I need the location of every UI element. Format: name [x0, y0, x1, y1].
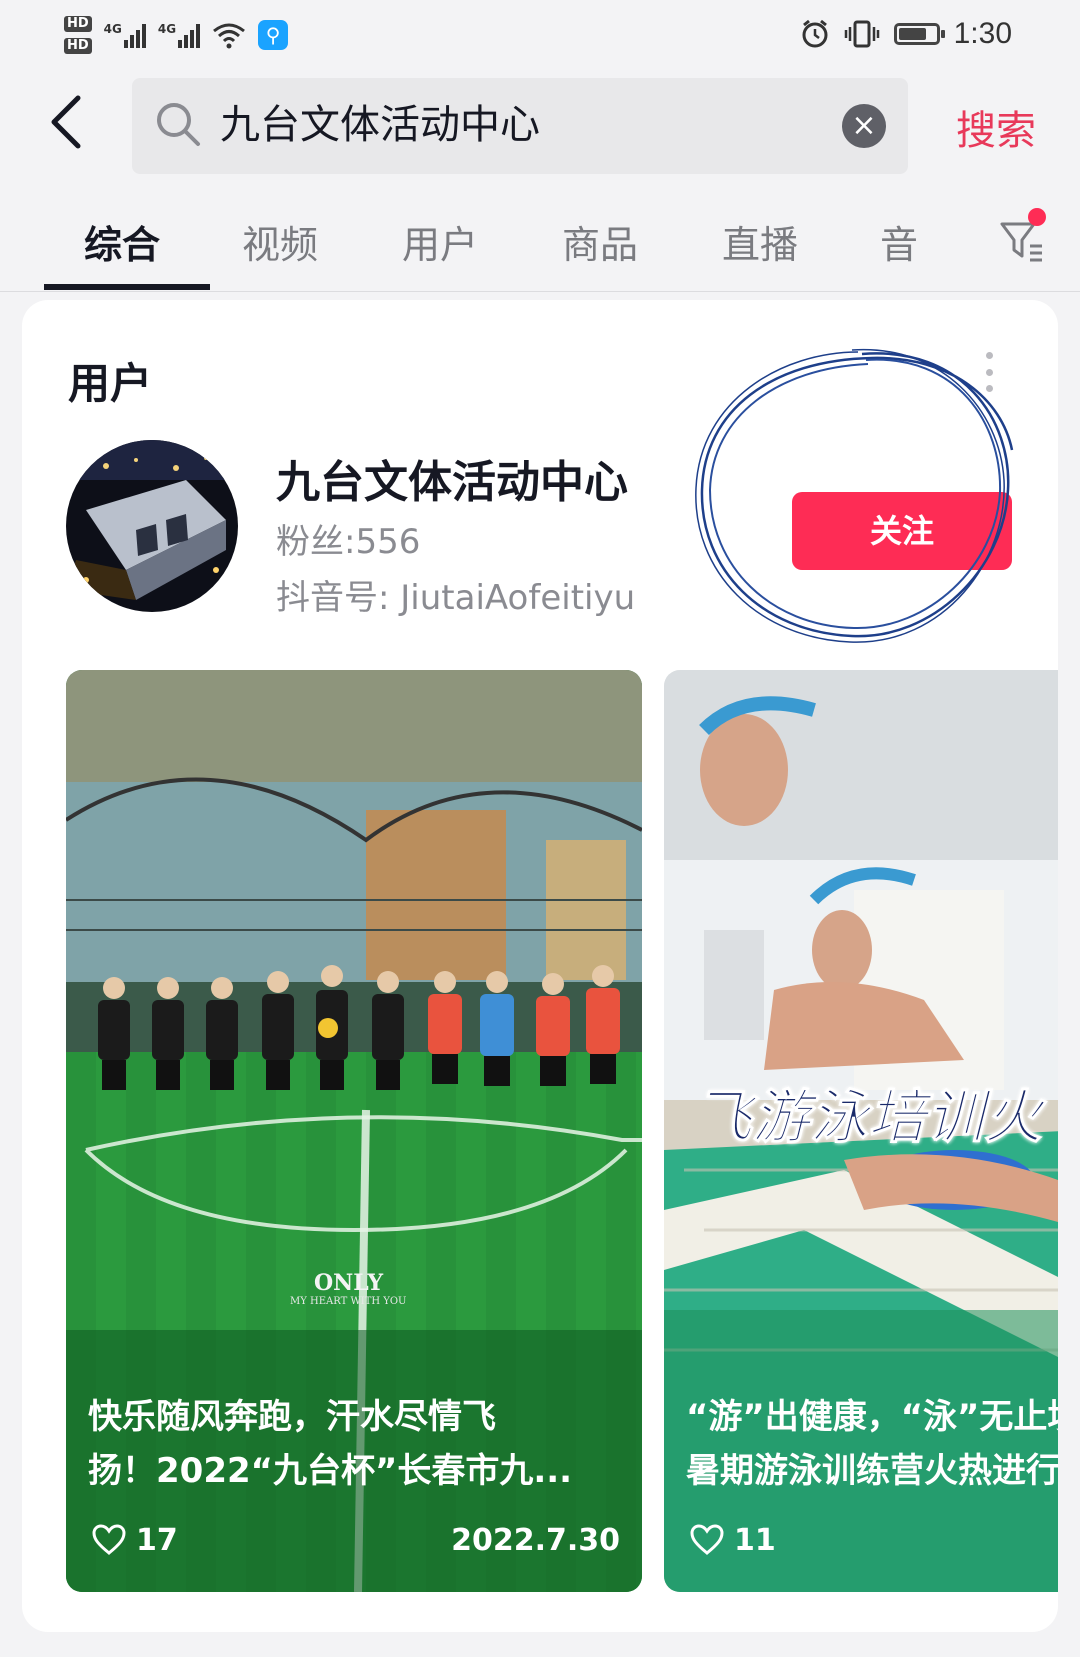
video-caption: “游”出健康，“泳”无止境 暑期游泳训练营火热进行中 [686, 1390, 1058, 1498]
video-caption: 快乐随风奔跑，汗水尽情飞 扬！2022“九台杯”长春市九... [88, 1390, 572, 1498]
douyin-id: 抖音号: JiutaiAofeitiyu [276, 578, 636, 618]
follower-count: 粉丝:556 [276, 522, 421, 562]
battery-icon [893, 23, 945, 45]
video-overlay-subtitle: MY HEART WITH YOU [290, 1296, 407, 1307]
hd-badge-2: HD [64, 38, 92, 54]
network-type-1: 4G [103, 22, 122, 36]
heart-icon[interactable] [92, 1524, 126, 1556]
video-overlay-banner: 飞游泳培训火 [693, 1083, 1043, 1152]
status-time: 1:30 [953, 17, 1012, 50]
result-tabs: 综合 视频 用户 商品 直播 音 [0, 188, 1080, 292]
user-section-title: 用户 [68, 359, 153, 408]
avatar[interactable] [66, 440, 238, 612]
active-tab-indicator [44, 284, 210, 290]
user-name[interactable]: 九台文体活动中心 [276, 446, 628, 510]
signal-bars-icon [123, 22, 146, 48]
search-query-text: 九台文体活动中心 [220, 102, 540, 148]
search-results-screen: HD HD 4G 4G ⚲ 1:30 九台文体活动中心 × 搜索 综合 视频 用… [0, 0, 1080, 1657]
search-input[interactable]: 九台文体活动中心 × [132, 78, 908, 174]
video-card-soccer[interactable]: ONLY MY HEART WITH YOU 快乐随风奔跑，汗水尽情飞 扬！20… [66, 670, 642, 1592]
heart-icon[interactable] [690, 1524, 724, 1556]
tab-videos[interactable]: 视频 [242, 214, 318, 269]
status-right: 1:30 [800, 14, 1012, 54]
like-count: 11 [734, 1522, 776, 1558]
alarm-icon [802, 19, 828, 48]
caption-line-1: 快乐随风奔跑，汗水尽情飞 [88, 1397, 496, 1437]
search-header: 九台文体活动中心 × 搜索 [0, 70, 1080, 188]
status-left: HD HD 4G 4G ⚲ [64, 8, 289, 62]
follow-button[interactable]: 关注 [792, 492, 1012, 570]
hd-badge-1: HD [64, 16, 92, 32]
network-type-2: 4G [157, 22, 177, 36]
video-card-swimming[interactable]: 飞游泳培训火 “游”出健康，“泳”无止境 暑期游泳训练营火热进行中 11 [664, 670, 1058, 1592]
like-count: 17 [136, 1522, 178, 1558]
signal-bars-icon [178, 22, 201, 48]
cell-signal-2: 4G [157, 22, 201, 48]
battery-level [898, 28, 926, 40]
tab-products[interactable]: 商品 [562, 214, 638, 269]
video-meta: 11 [690, 1520, 1058, 1560]
filter-button[interactable] [998, 208, 1048, 268]
back-button[interactable] [44, 92, 98, 152]
avatar-image [66, 440, 238, 612]
cell-signal-1: 4G [104, 22, 146, 48]
video-meta: 17 2022.7.30 [92, 1520, 620, 1560]
hd-indicators: HD HD [64, 16, 92, 54]
caption-line-1: “游”出健康，“泳”无止境 [686, 1397, 1058, 1437]
vibrate-icon [844, 20, 879, 48]
wifi-icon [213, 23, 246, 49]
more-options-button[interactable] [982, 352, 996, 392]
tab-comprehensive[interactable]: 综合 [84, 214, 160, 269]
caption-line-2: 扬！2022“九台杯”长春市九... [88, 1451, 573, 1491]
chevron-left-icon [51, 95, 81, 149]
close-icon: × [851, 108, 877, 143]
search-submit-button[interactable]: 搜索 [956, 98, 1036, 156]
search-icon [157, 103, 200, 146]
status-bar: HD HD 4G 4G ⚲ 1:30 [0, 0, 1080, 70]
tab-music[interactable]: 音 [880, 214, 918, 269]
tab-live[interactable]: 直播 [722, 214, 798, 269]
filter-notification-dot [1028, 208, 1046, 226]
notification-app-icon: ⚲ [258, 20, 289, 50]
tab-users[interactable]: 用户 [402, 214, 478, 269]
video-overlay-title: ONLY [314, 1270, 384, 1296]
caption-line-2: 暑期游泳训练营火热进行中 [686, 1451, 1058, 1491]
results-card: 用户 九台文体活动中心 粉丝:556 抖音号: JiutaiAofeitiyu … [22, 300, 1058, 1632]
clear-search-button[interactable]: × [842, 104, 886, 148]
video-date: 2022.7.30 [451, 1522, 620, 1558]
tab-overflow-fade [940, 202, 980, 282]
